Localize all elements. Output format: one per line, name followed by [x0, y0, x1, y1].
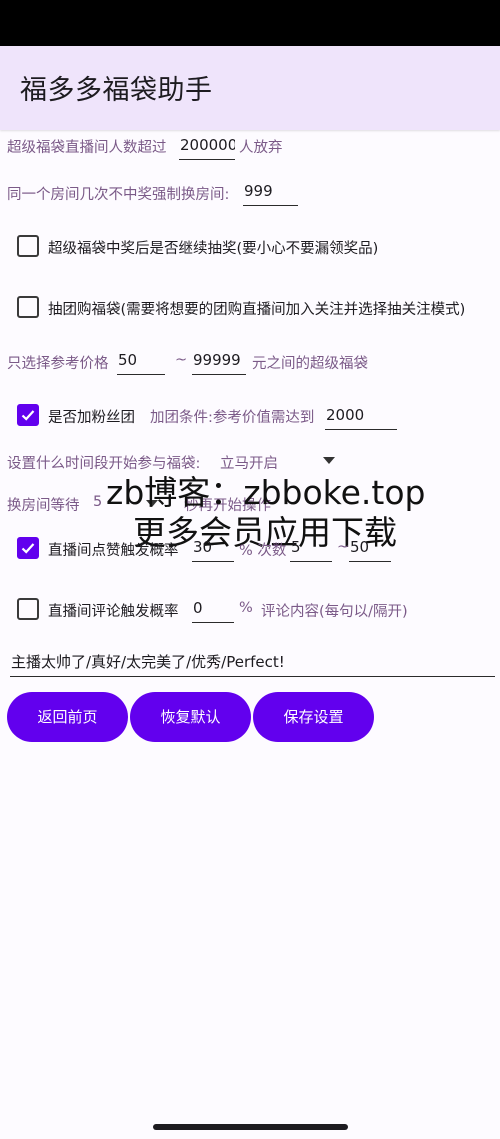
price-range-suffix: 元之间的超级福袋 — [252, 356, 368, 372]
check-icon — [21, 543, 35, 554]
fan-club-checkbox[interactable] — [17, 404, 39, 426]
viewer-limit-input[interactable]: 200000 — [179, 132, 235, 160]
check-icon — [21, 410, 35, 421]
comment-content-input[interactable]: 主播太帅了/真好/太完美了/优秀/Perfect! — [10, 649, 495, 677]
app-bar: 福多多福袋助手 — [0, 46, 500, 130]
like-count-label: % 次数 — [239, 543, 287, 559]
like-rate-input[interactable]: 30 — [192, 534, 234, 562]
comment-rate-input[interactable]: 0 — [192, 595, 234, 623]
back-button[interactable]: 返回前页 — [7, 692, 128, 742]
fan-club-condition-label: 加团条件:参考价值需达到 — [150, 410, 315, 426]
comment-content-label: 评论内容(每句以/隔开) — [261, 604, 408, 620]
force-switch-label: 同一个房间几次不中奖强制换房间: — [7, 187, 230, 203]
continue-after-win-checkbox[interactable] — [17, 235, 39, 257]
viewer-limit-label: 超级福袋直播间人数超过 — [7, 140, 167, 156]
viewer-limit-suffix: 人放弃 — [239, 140, 283, 156]
price-range-tilde: ~ — [175, 352, 188, 368]
reset-button[interactable]: 恢复默认 — [130, 692, 251, 742]
like-min-input[interactable]: 5 — [290, 534, 332, 562]
comment-label: 直播间评论触发概率 — [48, 604, 179, 620]
fan-club-condition-input[interactable]: 2000 — [325, 402, 397, 430]
fan-club-label: 是否加粉丝团 — [48, 410, 135, 426]
like-tilde: ~ — [337, 539, 350, 555]
switch-wait-label: 换房间等待 — [7, 498, 80, 514]
continue-after-win-label: 超级福袋中奖后是否继续抽奖(要小心不要漏领奖品) — [48, 241, 379, 257]
group-buy-checkbox[interactable] — [17, 296, 39, 318]
switch-wait-select[interactable]: 5 — [93, 494, 102, 510]
price-range-label: 只选择参考价格 — [7, 356, 109, 372]
gesture-navigation-bar[interactable] — [153, 1124, 348, 1130]
group-buy-label: 抽团购福袋(需要将想要的团购直播间加入关注并选择抽关注模式) — [48, 302, 466, 318]
app-title: 福多多福袋助手 — [20, 75, 213, 106]
price-max-input[interactable]: 99999 — [192, 347, 246, 375]
force-switch-input[interactable]: 999 — [243, 178, 298, 206]
comment-checkbox[interactable] — [17, 598, 39, 620]
like-label: 直播间点赞触发概率 — [48, 543, 179, 559]
status-bar — [0, 0, 500, 46]
like-max-input[interactable]: 50 — [349, 534, 391, 562]
start-time-dropdown-icon[interactable] — [323, 457, 335, 464]
save-button[interactable]: 保存设置 — [253, 692, 374, 742]
like-checkbox[interactable] — [17, 537, 39, 559]
price-min-input[interactable]: 50 — [117, 347, 165, 375]
comment-percent: % — [239, 600, 253, 616]
